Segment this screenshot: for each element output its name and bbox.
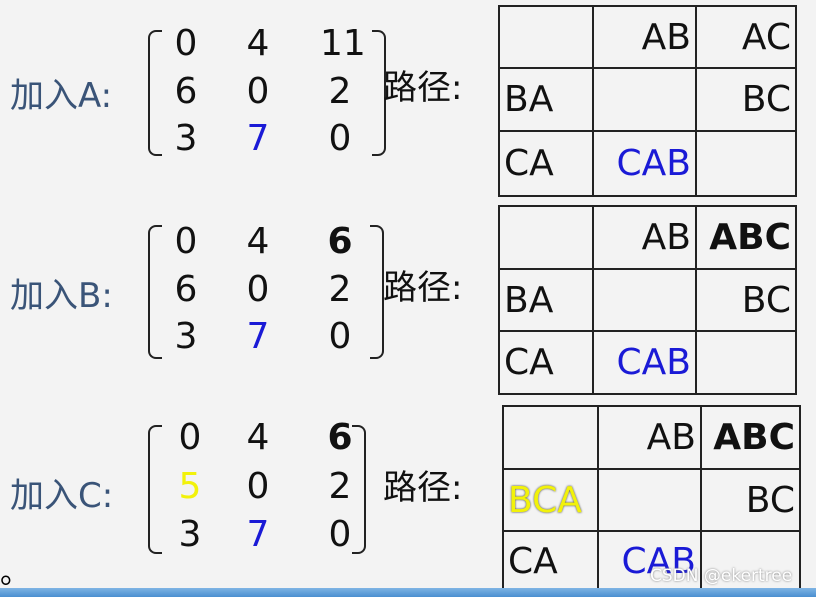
path-label: 路径:: [383, 68, 463, 108]
path-cell: [498, 5, 594, 69]
path-cell: CA: [502, 530, 599, 592]
path-table: AB ABC BCA BC CA CAB: [502, 405, 801, 592]
path-row: CA CAB: [498, 130, 797, 197]
path-label: 路径:: [383, 268, 463, 308]
path-cell: BC: [695, 268, 797, 332]
path-cell: ABC: [695, 205, 797, 270]
path-row: BCA BC: [502, 468, 801, 532]
path-cell: [597, 468, 702, 532]
path-cell: AB: [597, 405, 702, 470]
taskbar-strip: [0, 588, 816, 597]
path-cell: [502, 405, 599, 470]
matrix-cell: 0: [174, 221, 198, 262]
path-cell: BA: [498, 67, 594, 132]
matrix-cell: 0: [246, 466, 270, 507]
path-cell: CAB: [592, 330, 697, 395]
path-cell: CA: [498, 130, 594, 197]
matrix-cell: 7: [246, 316, 270, 357]
matrix-cell: 0: [178, 417, 202, 458]
matrix-cell: 0: [328, 118, 352, 159]
path-cell: [695, 130, 797, 197]
matrix-cell: 4: [246, 417, 270, 458]
matrix-left-bracket: [148, 30, 162, 156]
path-label: 路径:: [383, 468, 463, 508]
path-table: AB ABC BA BC CA CAB: [498, 205, 797, 395]
path-cell: [695, 330, 797, 395]
path-cell: [592, 268, 697, 332]
path-row: BA BC: [498, 268, 797, 332]
matrix-cell: 7: [246, 514, 270, 555]
matrix-cell: 6: [174, 71, 198, 112]
matrix-cell: 2: [328, 269, 352, 310]
matrix-cell: 3: [178, 514, 202, 555]
matrix-cell: 4: [246, 221, 270, 262]
matrix-right-bracket: [370, 225, 384, 359]
step-label: 加入C:: [10, 476, 114, 516]
matrix-cell: 6: [327, 417, 353, 458]
path-row: CA CAB: [498, 330, 797, 395]
matrix-cell: 0: [328, 316, 352, 357]
path-row: AB ABC: [502, 405, 801, 470]
matrix-cell: 0: [328, 514, 352, 555]
matrix-cell: 5: [178, 466, 202, 507]
path-cell: BC: [700, 468, 801, 532]
step-label: 加入B:: [10, 276, 113, 316]
path-cell: [592, 67, 697, 132]
path-cell: CAB: [592, 130, 697, 197]
matrix-left-bracket: [148, 225, 162, 359]
path-cell: AB: [592, 5, 697, 69]
watermark: CSDN @ekertree: [650, 566, 793, 586]
path-row: AB ABC: [498, 205, 797, 270]
path-cell: ABC: [700, 405, 801, 470]
path-cell: AB: [592, 205, 697, 270]
path-cell: BCA: [502, 468, 599, 532]
matrix-cell: 3: [174, 316, 198, 357]
path-cell: [498, 205, 594, 270]
path-cell: BA: [498, 268, 594, 332]
path-cell: CA: [498, 330, 594, 395]
path-table: AB AC BA BC CA CAB: [498, 5, 797, 197]
matrix-cell: 7: [246, 118, 270, 159]
matrix-cell: 0: [174, 23, 198, 64]
path-cell: AC: [695, 5, 797, 69]
matrix-cell: 0: [246, 269, 270, 310]
step-label: 加入A:: [10, 76, 113, 116]
trailing-mark: 。: [0, 556, 30, 591]
matrix-cell: 4: [246, 23, 270, 64]
path-cell: BC: [695, 67, 797, 132]
matrix-cell: 11: [320, 23, 366, 64]
path-row: AB AC: [498, 5, 797, 69]
matrix-cell: 6: [174, 269, 198, 310]
path-row: BA BC: [498, 67, 797, 132]
matrix-cell: 6: [327, 221, 353, 262]
matrix-left-bracket: [148, 425, 162, 554]
matrix-cell: 2: [328, 466, 352, 507]
matrix-cell: 2: [328, 71, 352, 112]
matrix-cell: 0: [246, 71, 270, 112]
matrix-cell: 3: [174, 118, 198, 159]
